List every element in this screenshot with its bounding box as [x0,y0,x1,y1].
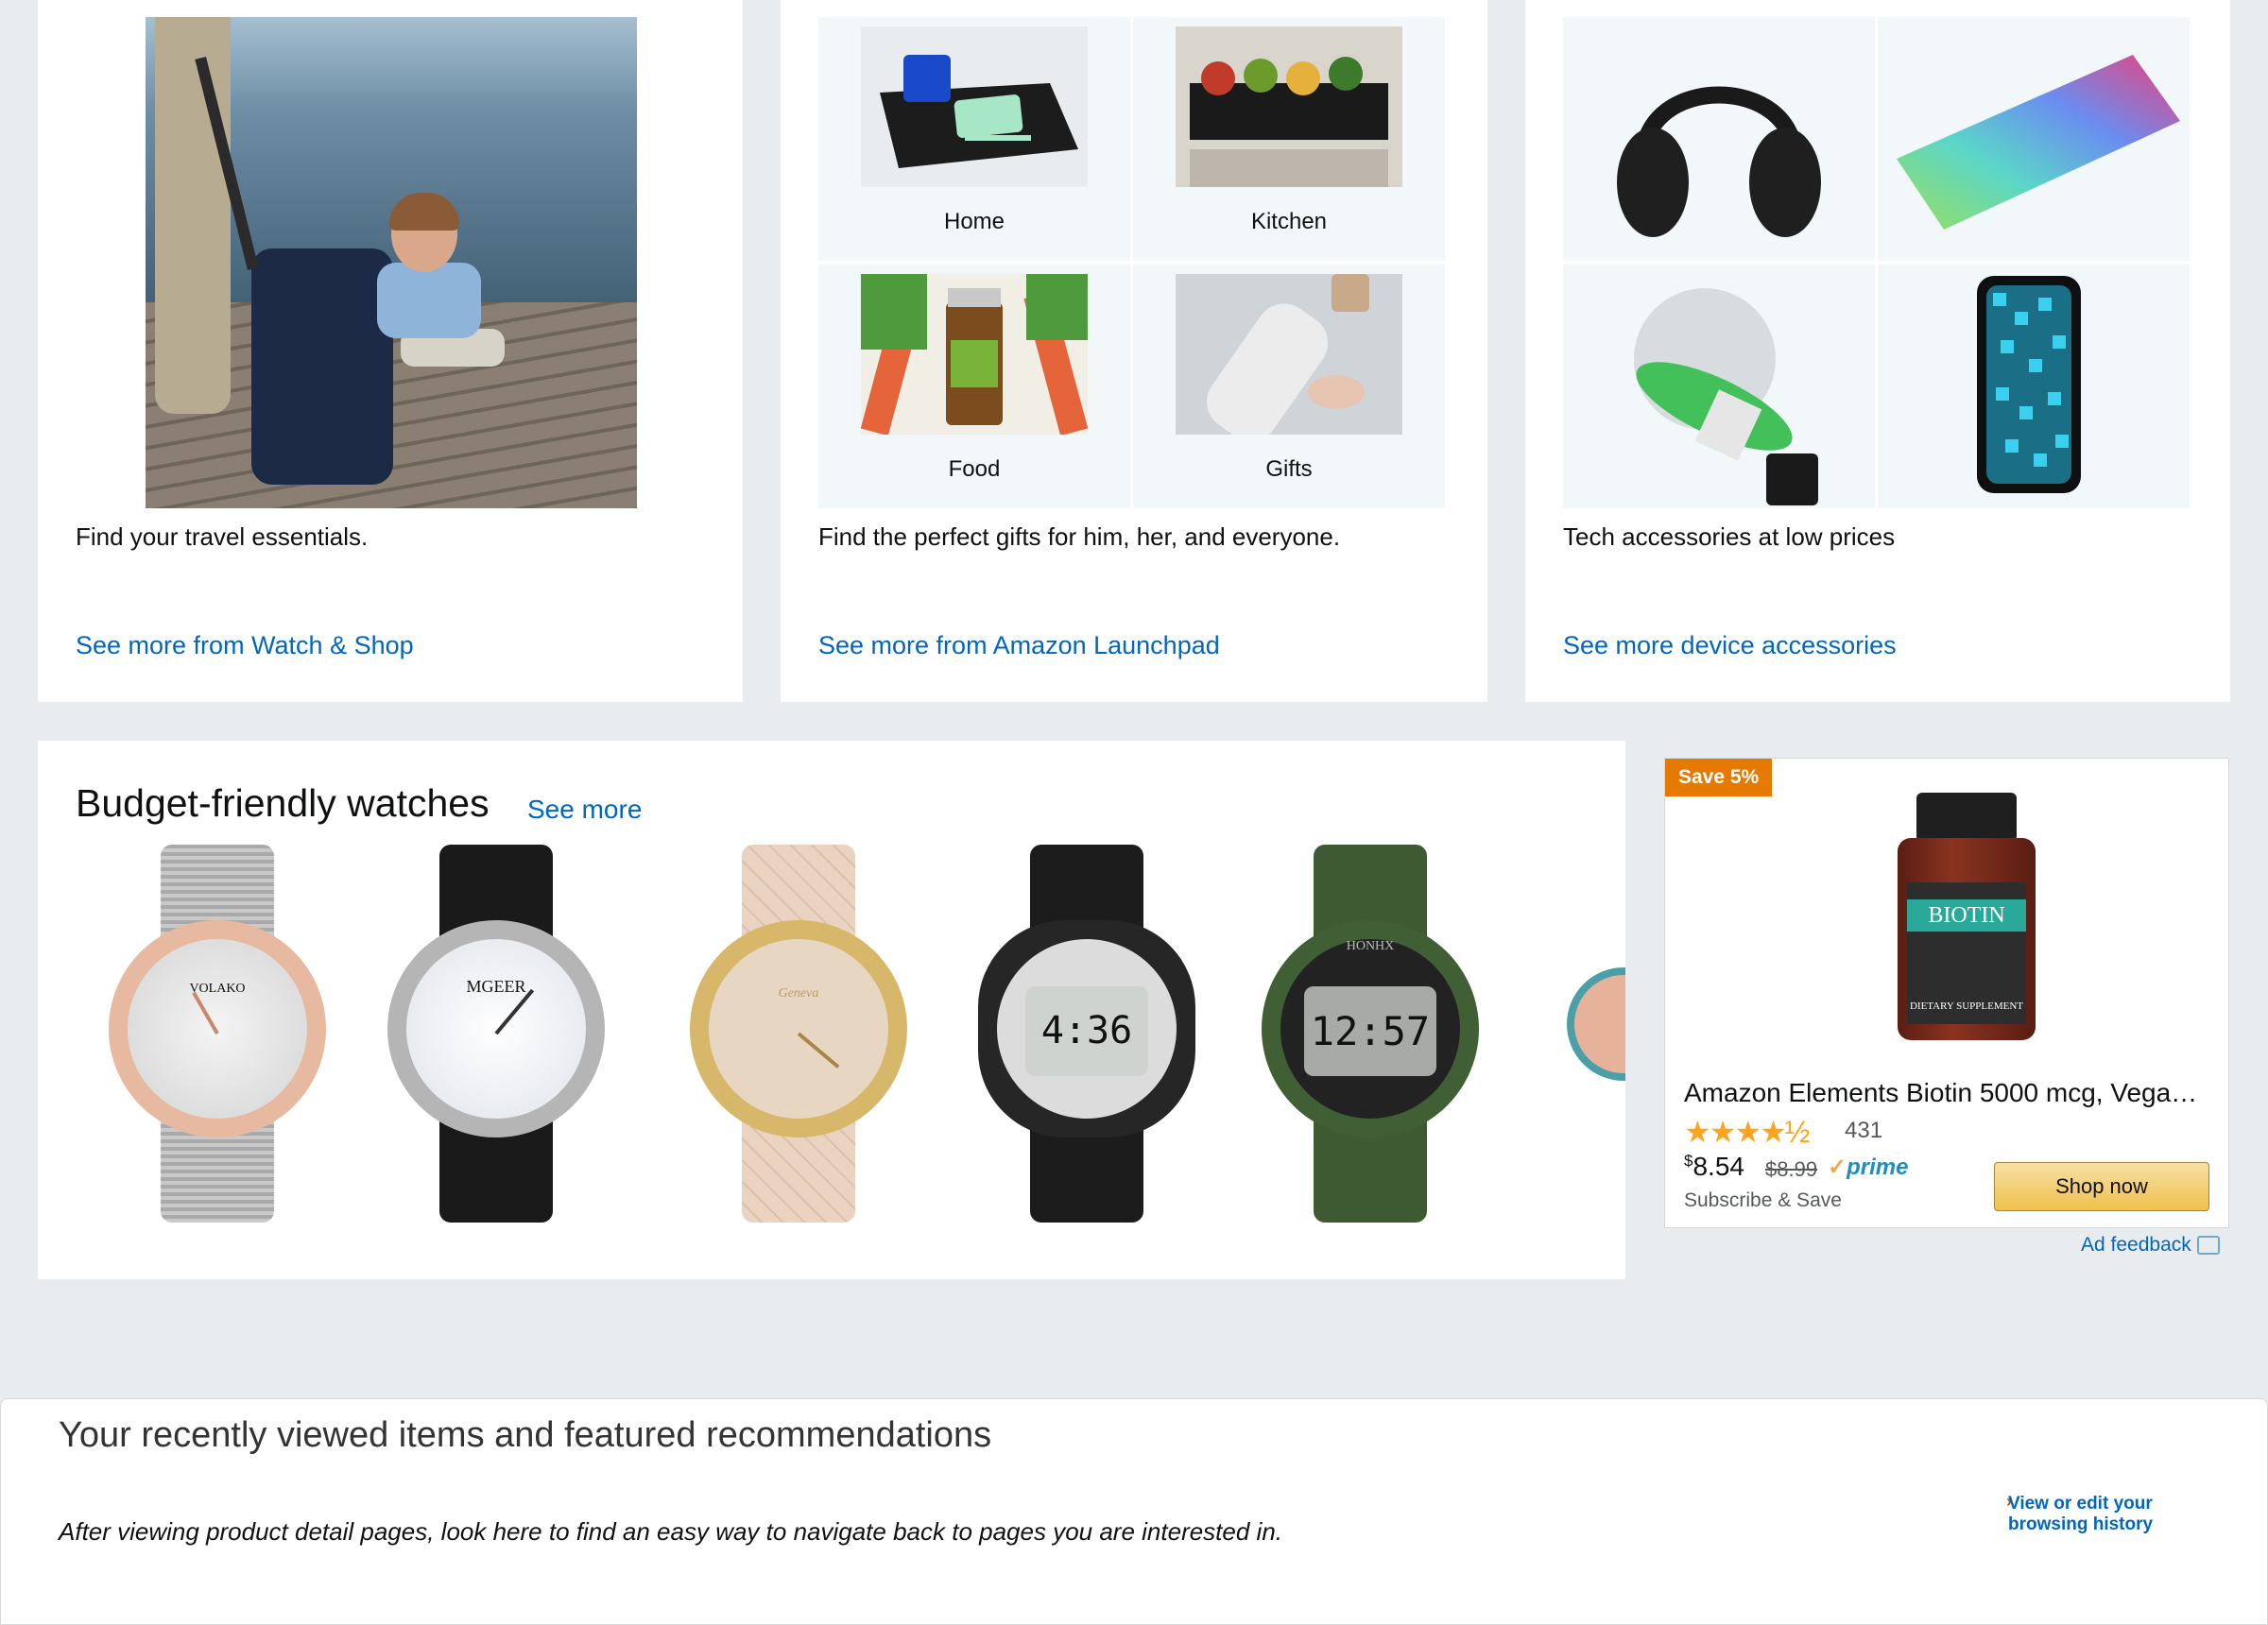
watch-brand: HONHX [1346,939,1395,953]
tile-gifts-label: Gifts [1265,456,1313,482]
ad-product-title[interactable]: Amazon Elements Biotin 5000 mcg, Vega… [1684,1078,2213,1108]
ad-price: $8.54 [1684,1152,1744,1181]
watch-item[interactable]: MGEER [387,845,605,1223]
tile-kitchen-label: Kitchen [1250,209,1328,234]
tile-home[interactable]: Home [818,17,1130,261]
watches-see-more-link[interactable]: See more [527,795,642,825]
tile-food[interactable]: Food [818,265,1130,508]
card-tech: Tech accessories at low prices See more … [1525,0,2230,702]
card-gifts-text: Find the perfect gifts for him, her, and… [818,522,1341,551]
feedback-icon [2196,1236,2220,1256]
shop-now-button[interactable]: Shop now [1994,1162,2209,1211]
save-badge: Save 5% [1665,759,1773,796]
tile-food-label: Food [948,456,1001,482]
bottle-label-brand: BIOTIN [1907,899,2026,932]
disco-light-tile[interactable] [1563,265,1875,508]
keyboard-cover-tile[interactable] [1878,17,2190,261]
card-gifts: Home Kitchen Food Gifts Find the perfect… [781,0,1487,702]
watch-item[interactable]: SYNOKE 4:36 [978,845,1195,1223]
tile-gifts[interactable]: Gifts [1133,265,1445,508]
disco-light-image [1634,288,1818,505]
bottle-label-sub: DIETARY SUPPLEMENT [1909,1001,2024,1012]
phone-case-tile[interactable] [1878,265,2190,508]
home-tray-image [861,26,1088,187]
tile-kitchen[interactable]: Kitchen [1133,17,1445,261]
watches-title: Budget-friendly watches [76,781,490,825]
card-tech-text: Tech accessories at low prices [1563,522,1896,551]
card-travel: Find your travel essentials. See more fr… [38,0,743,702]
see-more-launchpad-link[interactable]: See more from Amazon Launchpad [818,631,1220,660]
browsing-history-link[interactable]: View or edit your browsing history [2008,1494,2169,1535]
prime-badge-icon: ✓prime [1828,1155,1909,1180]
subscribe-save-text: Subscribe & Save [1684,1189,1842,1211]
recently-viewed-title: Your recently viewed items and featured … [59,1415,992,1455]
watch-lcd: 12:57 [1304,986,1436,1076]
food-jar-image [861,274,1088,435]
watch-brand: Geneva [778,986,819,1001]
rating-count[interactable]: 431 [1845,1118,1882,1144]
watch-item[interactable]: HONHX 12:57 [1262,845,1479,1223]
rating-stars-icon: ★★★★½ [1684,1115,1810,1149]
see-more-watch-shop-link[interactable]: See more from Watch & Shop [76,631,414,660]
keyboard-cover-image [1897,55,2180,230]
budget-watches-section: Budget-friendly watches See more VOLAKO … [38,741,1625,1279]
watch-partial[interactable] [1567,967,1625,1081]
sponsored-ad[interactable]: Save 5% BIOTIN DIETARY SUPPLEMENT Amazon… [1664,758,2229,1228]
watch-brand: VOLAKO [189,982,246,996]
see-more-device-accessories-link[interactable]: See more device accessories [1563,631,1897,660]
ad-feedback-link[interactable]: Ad feedback [2081,1234,2220,1257]
card-travel-text: Find your travel essentials. [76,522,369,551]
headphones-image [1617,86,1821,237]
recently-viewed-section: Your recently viewed items and featured … [0,1398,2268,1625]
headphones-tile[interactable] [1563,17,1875,261]
recently-viewed-description: After viewing product detail pages, look… [59,1517,1283,1546]
kitchen-organizer-image [1176,26,1402,187]
travel-essentials-image[interactable] [146,17,637,508]
gifts-bottle-image [1176,274,1402,435]
watch-brand: MGEER [466,977,526,996]
watch-item[interactable]: VOLAKO [109,845,326,1223]
phone-case-image [1977,276,2081,493]
tile-home-label: Home [943,209,1005,234]
watch-lcd: 4:36 [1025,986,1148,1076]
biotin-bottle-image: BIOTIN DIETARY SUPPLEMENT [1898,793,2036,1040]
ad-was-price: $8.99 [1765,1157,1818,1181]
watch-item[interactable]: Geneva [690,845,907,1223]
